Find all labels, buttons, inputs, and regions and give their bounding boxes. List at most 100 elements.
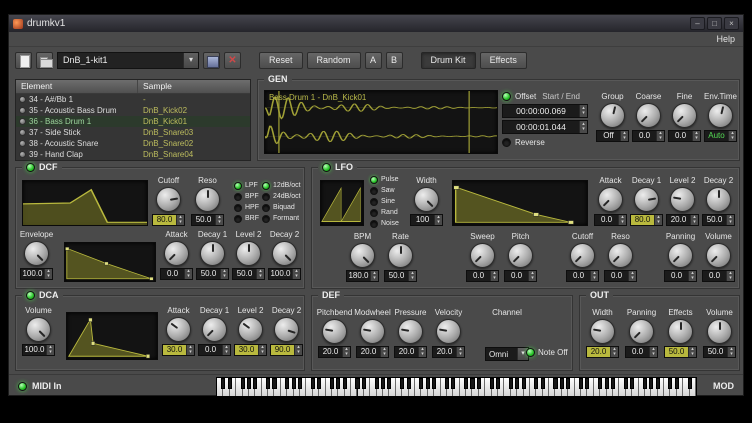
knob-dial[interactable]: [24, 241, 49, 266]
knob-group[interactable]: GroupOff: [596, 92, 629, 142]
reset-button[interactable]: Reset: [259, 52, 303, 69]
sample-waveform-display[interactable]: Bass Drum 1 - DnB_Kick01: [264, 90, 498, 154]
preset-combobox[interactable]: DnB_1-kit1: [57, 52, 199, 69]
spin-arrows-icon[interactable]: [408, 271, 416, 281]
spin-arrows-icon[interactable]: [618, 215, 626, 225]
knob-reso[interactable]: Reso50.0: [191, 176, 224, 226]
spin-attack[interactable]: 0.0: [160, 268, 193, 280]
column-sample[interactable]: Sample: [138, 80, 250, 93]
radio-hpf[interactable]: HPF: [234, 202, 259, 213]
knob-dial[interactable]: [414, 187, 439, 212]
knob-dial[interactable]: [598, 187, 623, 212]
radio-formant[interactable]: Formant: [262, 213, 301, 224]
black-key[interactable]: [643, 378, 647, 389]
knob-velocity[interactable]: Velocity20.0: [432, 308, 465, 358]
open-preset-icon[interactable]: [36, 52, 53, 69]
black-key[interactable]: [387, 378, 391, 389]
knob-dial[interactable]: [195, 187, 220, 212]
spin-arrows-icon[interactable]: [456, 347, 464, 357]
knob-dial[interactable]: [668, 243, 693, 268]
spin-coarse[interactable]: 0.0: [632, 130, 665, 142]
spin-group[interactable]: Off: [596, 130, 629, 142]
knob-rate[interactable]: Rate50.0: [384, 232, 417, 282]
spin-arrows-icon[interactable]: [256, 269, 264, 279]
radio-biquad[interactable]: Biquad: [262, 202, 301, 213]
keyboard[interactable]: [216, 377, 697, 397]
knob-dial[interactable]: [470, 243, 495, 268]
dca-envelope-graph[interactable]: [66, 312, 158, 360]
black-key[interactable]: [534, 378, 538, 389]
spin-arrows-icon[interactable]: [490, 271, 498, 281]
spin-level-2[interactable]: 50.0: [232, 268, 265, 280]
black-key[interactable]: [247, 378, 251, 389]
spin-arrows-icon[interactable]: [692, 131, 700, 141]
black-key[interactable]: [560, 378, 564, 389]
black-key[interactable]: [656, 378, 660, 389]
radio-noise[interactable]: Noise: [370, 218, 399, 229]
knob-decay-1[interactable]: Decay 180.0: [630, 176, 663, 226]
knob-dial[interactable]: [272, 241, 297, 266]
knob-effects[interactable]: Effects50.0: [664, 308, 697, 358]
spin-arrows-icon[interactable]: [656, 131, 664, 141]
knob-level-2[interactable]: Level 250.0: [232, 230, 265, 280]
titlebar[interactable]: drumkv1 – □ ×: [9, 15, 743, 32]
a-button[interactable]: A: [365, 52, 382, 69]
lfo-led[interactable]: [322, 163, 331, 172]
spin-reso[interactable]: 0.0: [604, 270, 637, 282]
knob-dial[interactable]: [706, 187, 731, 212]
help-menu[interactable]: Help: [716, 34, 735, 44]
knob-volume[interactable]: Volume100.0: [22, 306, 55, 356]
spin-arrows-icon[interactable]: [44, 269, 52, 279]
black-key[interactable]: [630, 378, 634, 389]
knob-pitch[interactable]: Pitch0.0: [504, 232, 537, 282]
black-key[interactable]: [362, 378, 366, 389]
black-key[interactable]: [375, 378, 379, 389]
knob-decay-1[interactable]: Decay 10.0: [198, 306, 231, 356]
spin-velocity[interactable]: 20.0: [432, 346, 465, 358]
spin-panning[interactable]: 0.0: [625, 346, 658, 358]
random-button[interactable]: Random: [307, 52, 361, 69]
spin-reso[interactable]: 50.0: [191, 214, 224, 226]
black-key[interactable]: [477, 378, 481, 389]
black-key[interactable]: [419, 378, 423, 389]
spin-modwheel[interactable]: 20.0: [356, 346, 389, 358]
spin-arrows-icon[interactable]: [342, 347, 350, 357]
black-key[interactable]: [675, 378, 679, 389]
spin-width[interactable]: 20.0: [586, 346, 619, 358]
black-key[interactable]: [490, 378, 494, 389]
spin-arrows-icon[interactable]: [610, 347, 618, 357]
spin-fine[interactable]: 0.0: [668, 130, 701, 142]
spin-arrows-icon[interactable]: [579, 121, 587, 133]
spin-volume[interactable]: 100.0: [22, 344, 55, 356]
black-key[interactable]: [522, 378, 526, 389]
knob-width[interactable]: Width20.0: [586, 308, 619, 358]
element-row-37-side-stick[interactable]: 37 - Side StickDnB_Snare03: [16, 127, 250, 138]
black-key[interactable]: [611, 378, 615, 389]
b-button[interactable]: B: [386, 52, 403, 69]
spin-arrows-icon[interactable]: [528, 271, 536, 281]
knob-envelope[interactable]: Envelope100.0: [20, 230, 53, 280]
radio-sine[interactable]: Sine: [370, 196, 399, 207]
knob-dial[interactable]: [164, 241, 189, 266]
spin-bpm[interactable]: 180.0: [346, 270, 379, 282]
knob-panning[interactable]: Panning0.0: [625, 308, 658, 358]
spin-arrows-icon[interactable]: [579, 105, 587, 117]
black-key[interactable]: [221, 378, 225, 389]
tab-drumkit[interactable]: Drum Kit: [421, 52, 476, 69]
spin-arrows-icon[interactable]: [220, 269, 228, 279]
spin-decay-1[interactable]: 50.0: [196, 268, 229, 280]
spin-arrows-icon[interactable]: [690, 215, 698, 225]
knob-dial[interactable]: [388, 243, 413, 268]
spin-rate[interactable]: 50.0: [384, 270, 417, 282]
spin-panning[interactable]: 0.0: [664, 270, 697, 282]
spin-level-2[interactable]: 20.0: [666, 214, 699, 226]
spin-arrows-icon[interactable]: [418, 347, 426, 357]
knob-attack[interactable]: Attack0.0: [594, 176, 627, 226]
spin-attack[interactable]: 30.0: [162, 344, 195, 356]
black-key[interactable]: [381, 378, 385, 389]
radio-rand[interactable]: Rand: [370, 207, 399, 218]
black-key[interactable]: [241, 378, 245, 389]
spin-arrows-icon[interactable]: [370, 271, 378, 281]
black-key[interactable]: [598, 378, 602, 389]
save-preset-icon[interactable]: [203, 52, 220, 69]
